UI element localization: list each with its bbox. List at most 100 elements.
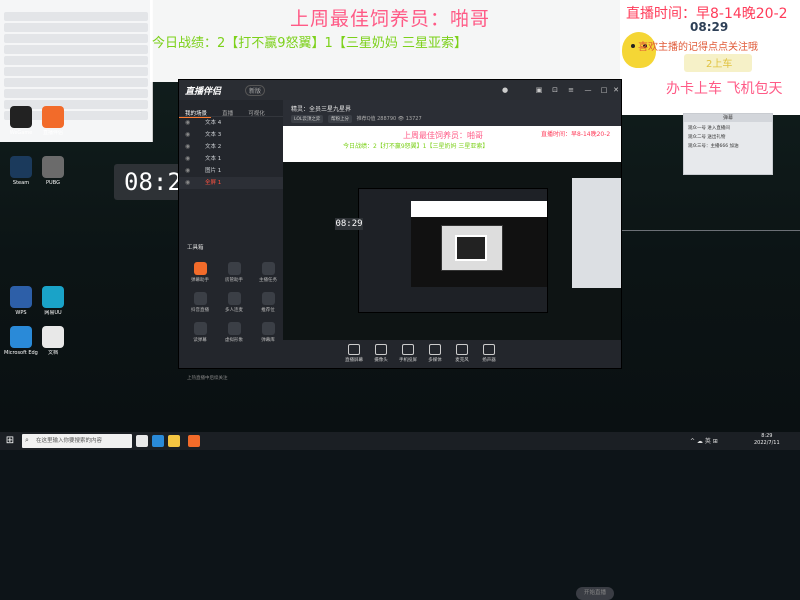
source-icon (456, 344, 468, 355)
preview-live-time: 直播时间：早8-14晚20-2 (541, 131, 611, 138)
overlay-title: 上周最佳饲养员：啪哥 (290, 8, 491, 30)
desktop-icon[interactable]: 网易UU (36, 286, 70, 316)
start-live-button[interactable]: 开始直播 (576, 587, 614, 600)
preview-side-panel (572, 178, 621, 288)
app-titlebar: 直播伴侣 新版 ● ▣ ⊡ ≡ — □ ✕ (179, 80, 621, 100)
danmaku-line: 观众一号 进入直播间 (688, 126, 730, 131)
folder-icon[interactable] (168, 435, 180, 447)
eye-icon[interactable]: ◉ (185, 129, 190, 141)
scene-item[interactable]: ◉ 文本 2 (179, 141, 283, 153)
desktop-icon[interactable]: WeGame (4, 106, 38, 136)
tool-label: 主播任务 (259, 278, 277, 283)
desktop-icon[interactable]: WPS (4, 286, 38, 316)
tab-scenes[interactable]: 我的场景 (179, 104, 212, 118)
danmaku-panel[interactable]: 弹幕 观众一号 进入直播间 观众二号 送出礼物 观众三号：主播666 加油 (683, 113, 773, 175)
cortana-icon[interactable] (136, 435, 148, 447)
source-button[interactable]: 摄像头 (368, 344, 394, 363)
tool-label: 房管助手 (225, 278, 243, 283)
scene-item[interactable]: ◉ 文本 4 (179, 117, 283, 129)
scene-item[interactable]: ◉ 文本 1 (179, 153, 283, 165)
maximize-icon[interactable]: □ (600, 86, 608, 94)
eye-icon[interactable]: ◉ (185, 141, 190, 153)
tool-label: 弹幕助手 (191, 278, 209, 283)
lock-icon[interactable]: ⊡ (551, 86, 559, 94)
tool-icon (227, 262, 241, 275)
desktop-icon[interactable]: 直播伴侣 (36, 106, 70, 136)
source-button[interactable]: 麦克风 (449, 344, 475, 363)
scene-label: 文本 1 (205, 156, 222, 162)
tool-button[interactable]: 弹幕库 (255, 322, 281, 343)
desktop-icon-label: PUBG (46, 180, 60, 186)
close-icon[interactable]: ✕ (612, 86, 620, 94)
source-button[interactable]: 扬声器 (476, 344, 502, 363)
scene-item[interactable]: ◉ 文本 3 (179, 129, 283, 141)
source-button[interactable]: 多媒体 (422, 344, 448, 363)
eye-icon[interactable]: ◉ (185, 153, 190, 165)
eye-icon[interactable]: ◉ (185, 117, 190, 129)
app-version-badge[interactable]: 新版 (245, 85, 266, 96)
car-text: 2上车 (706, 59, 733, 70)
tool-icon (227, 292, 241, 305)
divider-line (620, 230, 800, 231)
gift-icon[interactable]: ▣ (535, 86, 543, 94)
tool-button[interactable]: 读弹幕 (187, 322, 213, 343)
desktop-icon[interactable]: PUBG (36, 156, 70, 186)
desktop-icon[interactable]: Steam (4, 156, 38, 186)
source-button[interactable]: 手机投屏 (395, 344, 421, 363)
tool-button[interactable]: 弹幕助手 (187, 262, 213, 283)
tab-visual[interactable]: 可视化 (242, 104, 269, 117)
windows-start-icon[interactable]: ⊞ (3, 434, 17, 448)
tool-button[interactable]: 虚拟形象 (221, 322, 247, 343)
system-tray[interactable]: ^ ☁ 英 ⊞ (690, 436, 718, 445)
tool-label: 推荐位 (261, 308, 275, 313)
scene-item[interactable]: ◉ 全屏 1 (179, 177, 283, 189)
edge-icon[interactable] (152, 435, 164, 447)
source-button[interactable]: 直播屏幕 (341, 344, 367, 363)
scene-panel: 我的场景 直播 可视化 ◉ 文本 4 ◉ 文本 3 ◉ 文本 2 ◉ 文本 1 ◉ 图片 1 ◉ 全屏… (179, 100, 283, 381)
tool-button[interactable]: 抖音直播 (187, 292, 213, 313)
room-title[interactable]: 精灵：全员三星九星界 (291, 104, 351, 113)
search-placeholder: 在这里输入你要搜索的内容 (36, 438, 103, 444)
search-icon: ⌕ (25, 436, 29, 444)
tool-button[interactable]: 主播任务 (255, 262, 281, 283)
scene-label: 文本 3 (205, 132, 222, 138)
desktop-icon[interactable]: 文档 (36, 326, 70, 356)
eye-icon[interactable]: ◉ (185, 165, 190, 177)
taskbar-date: 2022/7/11 (754, 440, 780, 446)
desktop-icon-label: 直播伴侣 (42, 130, 63, 136)
tool-label: 抖音直播 (191, 308, 209, 313)
live-companion-window[interactable]: 直播伴侣 新版 ● ▣ ⊡ ≡ — □ ✕ 我的场景 直播 可视化 ◉ 文本 4 ◉… (179, 80, 621, 600)
menu-icon[interactable]: ≡ (567, 86, 575, 94)
room-info-bar: 精灵：全员三星九星界 LOL云顶之弈 帮粉上分 推荐Q值 288790 👁 13… (283, 100, 621, 126)
avatar-icon[interactable]: ● (501, 86, 509, 94)
live-companion-taskbar-icon[interactable] (188, 435, 200, 447)
taskbar-clock[interactable]: 8:29 2022/7/11 (754, 433, 780, 447)
stream-preview[interactable]: 上周最佳饲养员：啪哥 今日战绩：2【打不赢9怒翼】1【三星奶妈 三星亚索】 直播… (283, 126, 621, 340)
room-tag[interactable]: LOL云顶之弈 (291, 115, 324, 123)
room-stats: LOL云顶之弈 帮粉上分 推荐Q值 288790 👁 13727 (291, 115, 422, 123)
scene-item[interactable]: ◉ 图片 1 (179, 165, 283, 177)
taskbar-search-input[interactable]: ⌕ 在这里输入你要搜索的内容 (22, 434, 132, 448)
minimize-icon[interactable]: — (584, 86, 592, 94)
room-tag[interactable]: 帮粉上分 (328, 115, 352, 123)
app-icon (10, 326, 32, 348)
tool-button[interactable]: 房管助手 (221, 262, 247, 283)
preview-area: 精灵：全员三星九星界 LOL云顶之弈 帮粉上分 推荐Q值 288790 👁 13… (283, 100, 621, 600)
tool-icon (193, 262, 207, 275)
source-label: 手机投屏 (399, 358, 417, 363)
tool-icon (193, 292, 207, 305)
app-icon (10, 106, 32, 128)
desktop-icon-label: WPS (15, 310, 27, 316)
danmaku-line: 观众二号 送出礼物 (688, 135, 726, 140)
taskbar-time: 8:29 (761, 433, 773, 439)
tool-button[interactable]: 推荐位 (255, 292, 281, 313)
tool-button[interactable]: 多人连麦 (221, 292, 247, 313)
eye-icon[interactable]: ◉ (185, 177, 190, 189)
preview-subtitle: 今日战绩：2【打不赢9怒翼】1【三星奶妈 三星亚索】 (343, 143, 489, 150)
tool-label: 读弹幕 (193, 338, 207, 343)
app-icon (42, 156, 64, 178)
desktop-icon[interactable]: Microsoft Edge (4, 326, 38, 356)
overlay-subtitle: 今日战绩：2【打不赢9怒翼】1【三星奶妈 三星亚索】 (152, 36, 467, 51)
preview-title: 上周最佳饲养员：啪哥 (403, 131, 483, 140)
tab-live[interactable]: 直播 (216, 104, 237, 117)
